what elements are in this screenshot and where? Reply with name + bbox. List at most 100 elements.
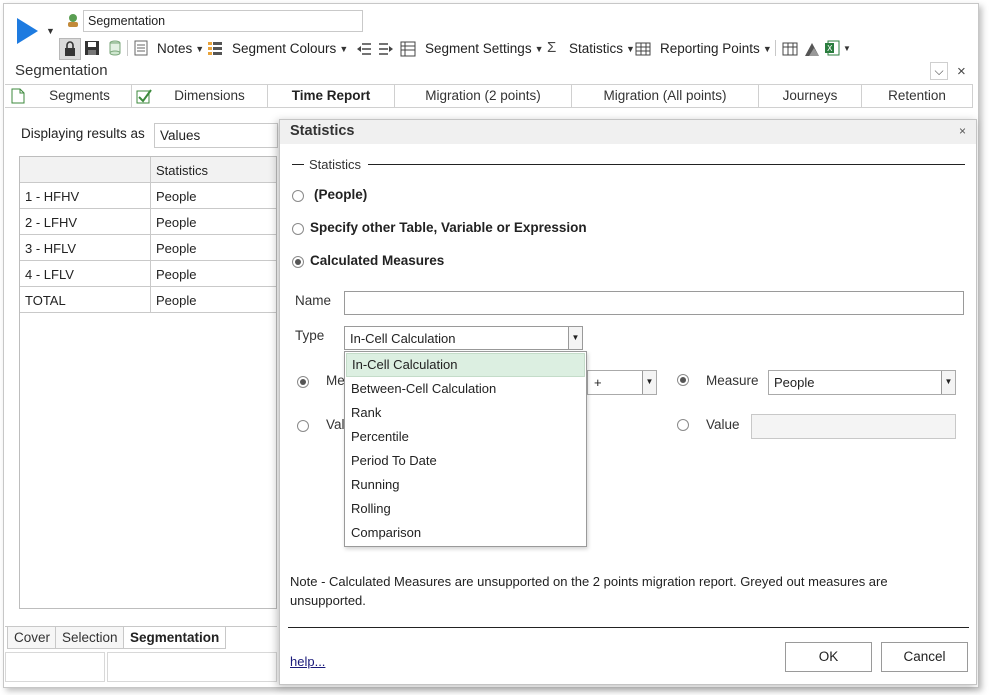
sheet-tab-segmentation[interactable]: Segmentation <box>123 627 227 649</box>
group-divider <box>292 164 304 165</box>
indent-left-icon[interactable] <box>356 41 372 60</box>
segment-settings-icon <box>400 41 416 60</box>
table-row[interactable]: 1 - HFHV People <box>20 183 276 209</box>
dialog-title-bar <box>280 120 976 144</box>
type-option-in-cell-calculation[interactable]: In-Cell Calculation <box>346 353 585 377</box>
type-option-percentile[interactable]: Percentile <box>346 425 585 449</box>
name-input[interactable] <box>344 291 964 315</box>
run-dropdown-icon[interactable]: ▼ <box>46 26 55 36</box>
chevron-down-icon: ▼ <box>762 44 772 54</box>
play-icon <box>17 18 38 44</box>
type-select[interactable]: In-Cell Calculation ▼ <box>344 326 583 350</box>
right-measure-radio[interactable] <box>677 374 689 386</box>
chevron-down-icon[interactable]: ▼ <box>568 327 582 349</box>
chart-icon[interactable] <box>804 41 820 60</box>
help-link[interactable]: help... <box>290 654 325 669</box>
run-button[interactable] <box>14 16 40 46</box>
excel-dropdown-icon[interactable]: ▼ <box>843 44 851 53</box>
name-label: Name <box>295 293 332 308</box>
operator-select[interactable]: + ▼ <box>587 370 657 395</box>
other-expression-radio[interactable] <box>292 223 304 235</box>
dimensions-tab-icon <box>136 88 152 107</box>
title-input[interactable]: Segmentation <box>83 10 363 32</box>
statistic-cell: People <box>156 241 197 256</box>
chevron-down-icon: ▼ <box>195 44 205 54</box>
pin-icon[interactable]: ⌵ <box>930 62 948 80</box>
measure-select[interactable]: People ▼ <box>768 370 956 395</box>
calculated-measures-radio[interactable] <box>292 256 304 268</box>
notes-menu[interactable]: Notes ▼ <box>157 40 204 58</box>
type-dropdown-list: In-Cell Calculation Between-Cell Calcula… <box>344 351 587 547</box>
ok-button[interactable]: OK <box>785 642 872 672</box>
chevron-down-icon[interactable]: ▼ <box>941 371 955 394</box>
sigma-icon: Σ <box>547 39 557 56</box>
type-option-running[interactable]: Running <box>346 473 585 497</box>
segment-cell: TOTAL <box>20 287 151 312</box>
toolbar-separator <box>127 40 128 56</box>
type-option-rank[interactable]: Rank <box>346 401 585 425</box>
lock-icon <box>65 41 75 56</box>
left-measure-radio[interactable] <box>297 376 309 388</box>
segment-colours-menu[interactable]: Segment Colours ▼ <box>232 40 348 58</box>
chevron-down-icon: ▼ <box>339 44 349 54</box>
chevron-down-icon: ▼ <box>534 44 544 54</box>
save-icon[interactable] <box>84 40 100 59</box>
reporting-points-icon <box>635 42 651 59</box>
sheet-tab-cover[interactable]: Cover <box>7 627 58 649</box>
measure-select-value: People <box>774 375 815 390</box>
indent-right-icon[interactable] <box>378 41 394 60</box>
type-option-rolling[interactable]: Rolling <box>346 497 585 521</box>
people-radio[interactable] <box>292 190 304 202</box>
segment-cell: 4 - LFLV <box>20 261 151 286</box>
chevron-down-icon: ▼ <box>626 44 635 54</box>
table-row[interactable]: 4 - LFLV People <box>20 261 276 287</box>
statistics-menu[interactable]: Statistics ▼ <box>569 40 635 58</box>
type-option-between-cell-calculation[interactable]: Between-Cell Calculation <box>346 377 585 401</box>
excel-export-icon[interactable]: X <box>824 40 840 59</box>
type-option-comparison[interactable]: Comparison <box>346 521 585 545</box>
segments-tab-icon <box>11 88 25 107</box>
statistic-cell: People <box>156 189 197 204</box>
lock-toggle-button[interactable] <box>59 38 81 60</box>
type-select-value: In-Cell Calculation <box>350 331 456 346</box>
value-input[interactable] <box>751 414 956 439</box>
segment-cell: 1 - HFHV <box>20 183 151 208</box>
chevron-down-icon[interactable]: ▼ <box>642 371 656 394</box>
table-row[interactable]: 3 - HFLV People <box>20 235 276 261</box>
grid-header-row: Statistics <box>20 157 276 183</box>
segment-settings-menu[interactable]: Segment Settings ▼ <box>425 40 544 58</box>
left-value-radio[interactable] <box>297 420 309 432</box>
type-option-period-to-date[interactable]: Period To Date <box>346 449 585 473</box>
tab-journeys[interactable]: Journeys <box>759 85 862 107</box>
database-icon[interactable] <box>108 40 122 59</box>
left-measure-label: Me <box>326 373 345 388</box>
tab-time-report[interactable]: Time Report <box>268 85 395 107</box>
statistic-cell: People <box>156 215 197 230</box>
columns-icon[interactable] <box>782 42 798 59</box>
sheet-tab-selection[interactable]: Selection <box>55 627 125 649</box>
grid-header-statistics: Statistics <box>156 163 209 178</box>
dialog-close-icon[interactable]: × <box>959 124 966 138</box>
dialog-title: Statistics <box>290 123 355 139</box>
tab-retention[interactable]: Retention <box>862 85 973 107</box>
measure-label: Measure <box>706 373 759 388</box>
group-divider <box>368 164 965 165</box>
tab-segments[interactable]: Segments <box>28 85 132 107</box>
table-row[interactable]: TOTAL People <box>20 287 276 313</box>
svg-text:X: X <box>827 44 833 53</box>
table-row[interactable]: 2 - LFHV People <box>20 209 276 235</box>
segment-cell: 3 - HFLV <box>20 235 151 260</box>
reporting-points-menu[interactable]: Reporting Points ▼ <box>660 40 772 58</box>
tab-migration-2-points[interactable]: Migration (2 points) <box>395 85 572 107</box>
displaying-results-select[interactable]: Values <box>154 123 278 148</box>
statistics-group-label: Statistics <box>309 157 362 172</box>
toolbar-separator <box>775 40 776 56</box>
statistic-cell: People <box>156 293 197 308</box>
close-icon[interactable]: × <box>957 63 966 80</box>
results-grid: Statistics 1 - HFHV People 2 - LFHV Peop… <box>19 156 277 609</box>
right-value-radio[interactable] <box>677 419 689 431</box>
tab-dimensions[interactable]: Dimensions <box>152 85 268 107</box>
tab-migration-all-points[interactable]: Migration (All points) <box>572 85 759 107</box>
cancel-button[interactable]: Cancel <box>881 642 968 672</box>
type-label: Type <box>295 328 325 343</box>
